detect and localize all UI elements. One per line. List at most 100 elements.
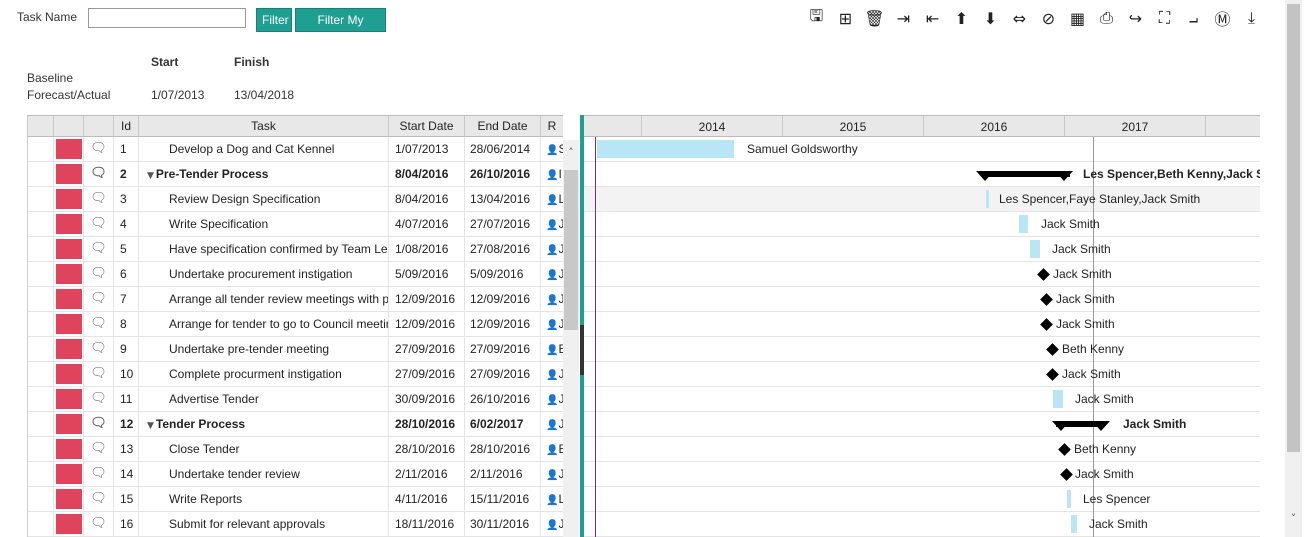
table-row[interactable]: 🗨13Close Tender28/10/201628/10/2016👤E bbox=[28, 437, 563, 462]
table-row[interactable]: 🗨 7 Arrange all tender review meetings wit… bbox=[28, 287, 563, 312]
resource-cell[interactable]: 👤J bbox=[541, 287, 563, 311]
row-select[interactable] bbox=[28, 437, 54, 461]
download-icon[interactable]: ⤓ bbox=[1237, 6, 1266, 30]
task-name[interactable]: Submit for relevant approvals bbox=[139, 512, 389, 536]
end-date[interactable]: 27/07/2016 bbox=[465, 212, 541, 236]
col-resource[interactable]: R bbox=[541, 116, 563, 136]
task-bar[interactable] bbox=[1019, 215, 1028, 233]
resource-cell[interactable]: 👤J bbox=[541, 212, 563, 236]
start-date[interactable]: 4/11/2016 bbox=[389, 487, 465, 511]
comment-icon[interactable]: 🗨 bbox=[84, 137, 114, 161]
row-select[interactable] bbox=[28, 487, 54, 511]
start-date[interactable]: 12/09/2016 bbox=[389, 312, 465, 336]
add-task-icon[interactable]: ⊞ bbox=[831, 6, 860, 30]
summary-end-marker[interactable] bbox=[1092, 421, 1110, 431]
comment-icon[interactable]: 🗨 bbox=[84, 462, 114, 486]
table-row[interactable]: 🗨 5 Have specification confirmed by Team L… bbox=[28, 237, 563, 262]
save-icon[interactable]: 🖫 bbox=[802, 6, 831, 30]
col-id[interactable]: Id bbox=[114, 116, 139, 136]
comment-icon[interactable]: 🗨 bbox=[84, 337, 114, 361]
resource-cell[interactable]: 👤J bbox=[541, 512, 563, 536]
scroll-down-icon[interactable]: ˅ bbox=[1285, 512, 1302, 525]
row-select[interactable] bbox=[28, 137, 54, 161]
start-date[interactable]: 4/07/2016 bbox=[389, 212, 465, 236]
row-select[interactable] bbox=[28, 162, 54, 186]
row-select[interactable] bbox=[28, 412, 54, 436]
end-date[interactable]: 6/02/2017 bbox=[465, 412, 541, 436]
row-select[interactable] bbox=[28, 512, 54, 536]
col-comment[interactable] bbox=[84, 116, 114, 136]
fullscreen-icon[interactable]: ⛶ bbox=[1150, 6, 1179, 30]
table-row[interactable]: 🗨 16 Submit for relevant approvals 18/11/20… bbox=[28, 512, 563, 537]
filter-button[interactable]: Filter bbox=[256, 8, 292, 32]
end-date[interactable]: 2/11/2016 bbox=[465, 462, 541, 486]
move-down-icon[interactable]: ⬇ bbox=[976, 6, 1005, 30]
hide-icon[interactable]: ⊘ bbox=[1034, 6, 1063, 30]
summary-end-marker[interactable] bbox=[1055, 171, 1073, 181]
col-start-date[interactable]: Start Date bbox=[389, 116, 465, 136]
resource-cell[interactable]: 👤L bbox=[541, 487, 563, 511]
start-date[interactable]: 8/04/2016 bbox=[389, 187, 465, 211]
task-name-input[interactable] bbox=[88, 8, 246, 28]
delete-icon[interactable]: 🗑 bbox=[860, 6, 889, 30]
col-status[interactable] bbox=[54, 116, 84, 136]
page-scrollbar[interactable]: ˅ bbox=[1285, 0, 1302, 537]
end-date[interactable]: 5/09/2016 bbox=[465, 262, 541, 286]
start-date[interactable]: 28/10/2016 bbox=[389, 437, 465, 461]
expand-width-icon[interactable]: ⇔ bbox=[1005, 6, 1034, 30]
resource-cell[interactable]: 👤J bbox=[541, 387, 563, 411]
end-date[interactable]: 30/11/2016 bbox=[465, 512, 541, 536]
task-name[interactable]: Undertake pre-tender meeting bbox=[139, 337, 389, 361]
filter-my-tasks-button[interactable]: Filter My Tasks bbox=[295, 8, 386, 49]
resource-cell[interactable]: 👤S bbox=[541, 137, 563, 161]
table-row[interactable]: 🗨 14 Undertake tender review 2/11/2016 2/11/… bbox=[28, 462, 563, 487]
move-up-icon[interactable]: ⬆ bbox=[947, 6, 976, 30]
print-icon[interactable]: ⎙ bbox=[1092, 6, 1121, 30]
task-bar[interactable] bbox=[1030, 240, 1040, 258]
comment-icon[interactable]: 🗨 bbox=[84, 162, 114, 186]
resource-cell[interactable]: 👤J bbox=[541, 412, 563, 436]
end-date[interactable]: 28/06/2014 bbox=[465, 137, 541, 161]
task-name[interactable]: Write Specification bbox=[139, 212, 389, 236]
start-date[interactable]: 30/09/2016 bbox=[389, 387, 465, 411]
task-name[interactable]: ▼ Pre-Tender Process bbox=[139, 162, 389, 186]
task-name[interactable]: Close Tender bbox=[139, 437, 389, 461]
row-select[interactable] bbox=[28, 212, 54, 236]
start-date[interactable]: 18/11/2016 bbox=[389, 512, 465, 536]
comment-icon[interactable]: 🗨 bbox=[84, 362, 114, 386]
table-row[interactable]: 🗨12▼Tender Process28/10/20166/02/2017👤J bbox=[28, 412, 563, 437]
comment-icon[interactable]: 🗨 bbox=[84, 187, 114, 211]
row-select[interactable] bbox=[28, 362, 54, 386]
start-date[interactable]: 28/10/2016 bbox=[389, 412, 465, 436]
task-name[interactable]: Write Reports bbox=[139, 487, 389, 511]
start-date[interactable]: 1/07/2013 bbox=[389, 137, 465, 161]
table-row[interactable]: 🗨 6 Undertake procurement instigation 5/09/… bbox=[28, 262, 563, 287]
resource-cell[interactable]: 👤E bbox=[541, 337, 563, 361]
end-date[interactable]: 27/09/2016 bbox=[465, 362, 541, 386]
row-select[interactable] bbox=[28, 387, 54, 411]
resource-cell[interactable]: 👤J bbox=[541, 362, 563, 386]
end-date[interactable]: 12/09/2016 bbox=[465, 287, 541, 311]
task-bar[interactable] bbox=[1071, 515, 1077, 533]
page-scroll-thumb[interactable] bbox=[1287, 4, 1300, 452]
collapse-caret-icon[interactable]: ▼ bbox=[147, 164, 154, 186]
end-date[interactable]: 13/04/2016 bbox=[465, 187, 541, 211]
columns-icon[interactable]: ▦ bbox=[1063, 6, 1092, 30]
row-select[interactable] bbox=[28, 462, 54, 486]
start-date[interactable]: 27/09/2016 bbox=[389, 362, 465, 386]
end-date[interactable]: 15/11/2016 bbox=[465, 487, 541, 511]
end-date[interactable]: 27/08/2016 bbox=[465, 237, 541, 261]
resource-cell[interactable]: 👤J bbox=[541, 462, 563, 486]
table-row[interactable]: 🗨 11 Advertise Tender 30/09/2016 26/10/2016 👤… bbox=[28, 387, 563, 412]
table-row[interactable]: 🗨 2 ▼ Pre-Tender Process 8/04/2016 26/10/2016… bbox=[28, 162, 563, 187]
task-name[interactable]: Complete procurment instigation bbox=[139, 362, 389, 386]
comment-icon[interactable]: 🗨 bbox=[84, 487, 114, 511]
resource-cell[interactable]: 👤J bbox=[541, 312, 563, 336]
task-bar[interactable] bbox=[986, 190, 989, 208]
comment-icon[interactable]: 🗨 bbox=[84, 237, 114, 261]
task-name[interactable]: Undertake tender review bbox=[139, 462, 389, 486]
end-date[interactable]: 26/10/2016 bbox=[465, 162, 541, 186]
collapse-caret-icon[interactable]: ▼ bbox=[147, 414, 154, 436]
resource-cell[interactable]: 👤E bbox=[541, 437, 563, 461]
table-row[interactable]: 🗨 9 Undertake pre-tender meeting 27/09/2016… bbox=[28, 337, 563, 362]
